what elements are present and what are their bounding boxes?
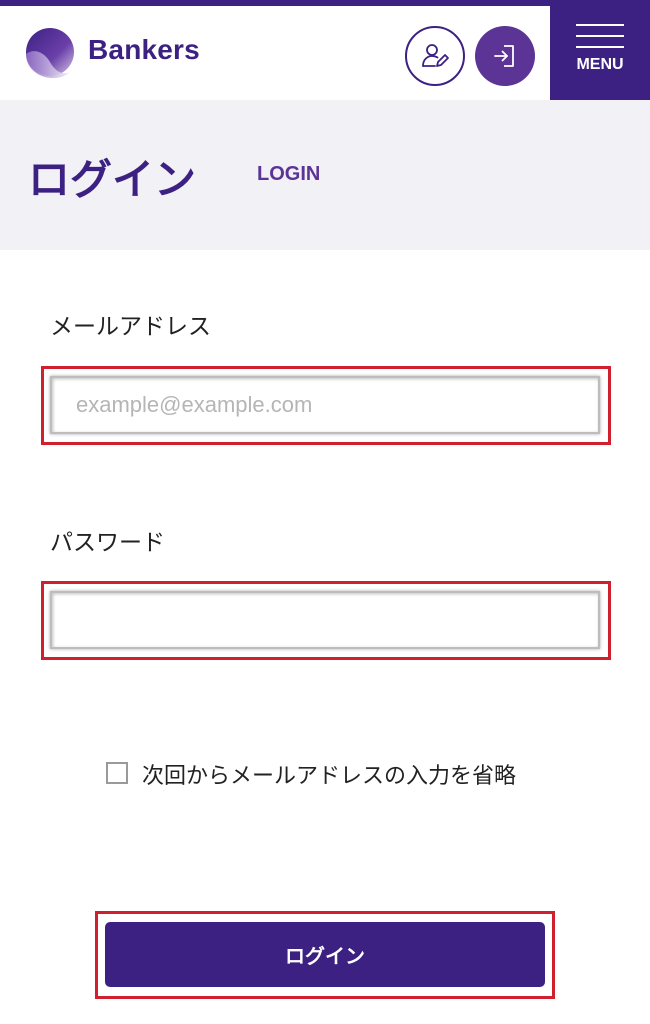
page-title: ログイン — [28, 155, 197, 204]
menu-label: MENU — [576, 56, 624, 73]
login-shortcut-button[interactable] — [475, 26, 535, 86]
login-submit-button[interactable]: ログイン — [105, 922, 545, 987]
hamburger-icon — [576, 24, 624, 26]
register-button[interactable] — [405, 26, 465, 86]
password-input[interactable] — [50, 591, 600, 649]
remember-email-label[interactable]: 次回からメールアドレスの入力を省略 — [142, 758, 516, 790]
brand-name[interactable]: Bankers — [88, 34, 200, 66]
remember-email-checkbox[interactable] — [106, 762, 128, 784]
hamburger-icon — [576, 35, 624, 37]
bankers-logo-icon[interactable] — [24, 26, 76, 78]
password-label: パスワード — [50, 530, 165, 556]
sign-in-icon — [494, 45, 514, 67]
email-input[interactable] — [50, 376, 600, 434]
email-label: メールアドレス — [50, 314, 211, 340]
page-subtitle: LOGIN — [257, 163, 321, 185]
hamburger-icon — [576, 46, 624, 48]
menu-button[interactable]: MENU — [550, 0, 650, 100]
user-edit-icon — [422, 44, 449, 67]
